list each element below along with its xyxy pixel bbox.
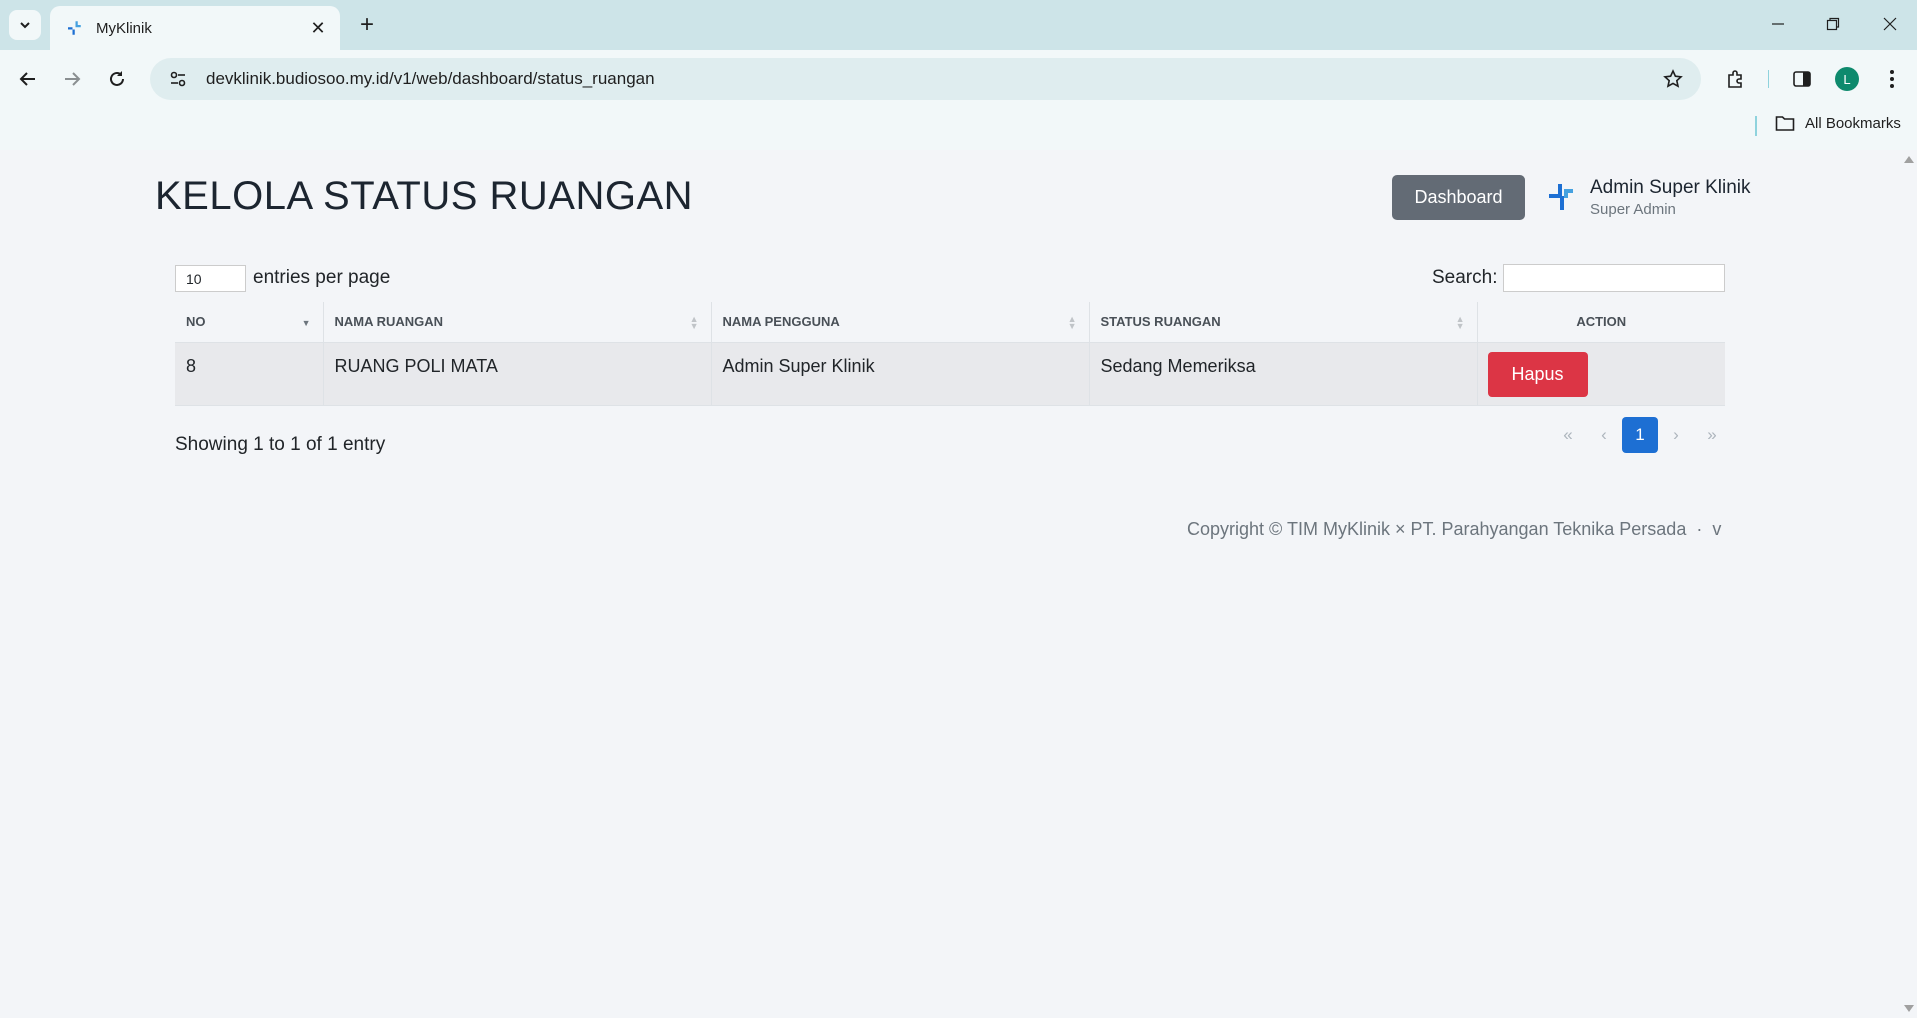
column-header-action: ACTION [1477, 302, 1725, 343]
page-scrollbar[interactable] [1900, 150, 1917, 1018]
myklinik-logo-icon [1543, 179, 1579, 215]
pagination-first-button[interactable]: « [1550, 417, 1586, 453]
hapus-button[interactable]: Hapus [1487, 351, 1588, 397]
tab-search-button[interactable] [9, 10, 41, 40]
pagination: « ‹ 1 › » [1550, 417, 1730, 453]
puzzle-icon [1728, 70, 1742, 88]
column-header-status-ruangan[interactable]: STATUS RUANGAN ▲ ▼ [1089, 302, 1478, 343]
page-content: KELOLA STATUS RUANGAN Dashboard Admin Su… [0, 150, 1900, 1018]
browser-tab-bar: MyKlinik ✕ + [0, 0, 1917, 50]
side-panel-button[interactable] [1786, 63, 1818, 95]
chevron-down-icon [20, 22, 30, 29]
address-bar[interactable]: devklinik.budiosoo.my.id/v1/web/dashboar… [150, 58, 1701, 100]
extensions-button[interactable] [1720, 63, 1752, 95]
toolbar-divider [1768, 70, 1769, 88]
reload-button[interactable] [101, 63, 133, 95]
sort-icon: ▲ ▼ [1067, 314, 1077, 331]
cell-nama-pengguna: Admin Super Klinik [711, 342, 1090, 406]
search-label: Search: [1432, 267, 1498, 288]
column-header-nama-ruangan[interactable]: NAMA RUANGAN ▲ ▼ [323, 302, 712, 343]
profile-avatar: L [1835, 67, 1859, 91]
back-button[interactable] [12, 63, 44, 95]
pagination-page-button[interactable]: 1 [1622, 417, 1658, 453]
bookmarks-divider [1755, 116, 1757, 136]
dashboard-button[interactable]: Dashboard [1392, 175, 1525, 220]
folder-icon [1775, 116, 1795, 131]
footer-copyright: Copyright © TIM MyKlinik × PT. Parahyang… [1187, 519, 1722, 539]
scroll-up-icon[interactable] [1904, 156, 1914, 163]
close-tab-icon[interactable]: ✕ [308, 18, 328, 38]
pagination-last-button[interactable]: » [1694, 417, 1730, 453]
user-name[interactable]: Admin Super Klinik [1590, 177, 1751, 199]
url-text[interactable]: devklinik.budiosoo.my.id/v1/web/dashboar… [206, 69, 1655, 89]
search-input[interactable] [1503, 264, 1725, 292]
bookmarks-bar: All Bookmarks [0, 108, 1917, 150]
table-header-row: NO ▼ NAMA RUANGAN ▲ ▼ NAMA PENGGUNA ▲ ▼ ST… [175, 302, 1725, 343]
page-title: KELOLA STATUS RUANGAN [155, 174, 694, 218]
arrow-right-icon [65, 72, 81, 86]
forward-button[interactable] [56, 63, 88, 95]
table-row: 8 RUANG POLI MATA Admin Super Klinik Sed… [175, 342, 1725, 406]
table-info: Showing 1 to 1 of 1 entry [175, 434, 386, 455]
site-info-icon[interactable] [158, 59, 198, 99]
sort-icon: ▲ ▼ [1455, 314, 1465, 331]
cell-nama-ruangan: RUANG POLI MATA [323, 342, 712, 406]
cell-no: 8 [175, 342, 324, 406]
sort-icon: ▲ ▼ [689, 314, 699, 331]
tab-title: MyKlinik [96, 19, 152, 37]
minimize-icon [1772, 23, 1784, 25]
side-panel-icon [1793, 71, 1811, 87]
column-header-nama-pengguna[interactable]: NAMA PENGGUNA ▲ ▼ [711, 302, 1090, 343]
user-role: Super Admin [1590, 201, 1676, 218]
reload-icon [110, 71, 124, 86]
column-header-no[interactable]: NO ▼ [175, 302, 324, 343]
bookmark-star-icon[interactable] [1655, 61, 1691, 97]
browser-toolbar: devklinik.budiosoo.my.id/v1/web/dashboar… [0, 50, 1917, 108]
minimize-button[interactable] [1755, 8, 1801, 40]
status-ruangan-table: NO ▼ NAMA RUANGAN ▲ ▼ NAMA PENGGUNA ▲ ▼ ST… [175, 302, 1725, 406]
myklinik-favicon-icon [64, 18, 84, 38]
cell-status-ruangan: Sedang Memeriksa [1089, 342, 1478, 406]
sort-desc-icon: ▼ [301, 318, 311, 328]
entries-per-page-select[interactable]: 10 [175, 265, 246, 292]
cell-action: Hapus [1477, 342, 1725, 406]
all-bookmarks-button[interactable]: All Bookmarks [1775, 114, 1901, 132]
scroll-down-icon[interactable] [1904, 1005, 1914, 1012]
close-window-button[interactable] [1867, 8, 1913, 40]
more-vertical-icon [1890, 70, 1894, 88]
browser-menu-button[interactable] [1876, 63, 1908, 95]
entries-per-page-label: entries per page [253, 267, 391, 288]
arrow-left-icon [19, 72, 35, 86]
profile-button[interactable]: L [1831, 63, 1863, 95]
browser-tab[interactable]: MyKlinik ✕ [50, 6, 340, 50]
all-bookmarks-label: All Bookmarks [1805, 114, 1901, 132]
restore-button[interactable] [1810, 8, 1856, 40]
pagination-prev-button[interactable]: ‹ [1586, 417, 1622, 453]
new-tab-button[interactable]: + [352, 10, 382, 40]
pagination-next-button[interactable]: › [1658, 417, 1694, 453]
close-icon [1883, 17, 1897, 31]
restore-icon [1826, 17, 1840, 31]
